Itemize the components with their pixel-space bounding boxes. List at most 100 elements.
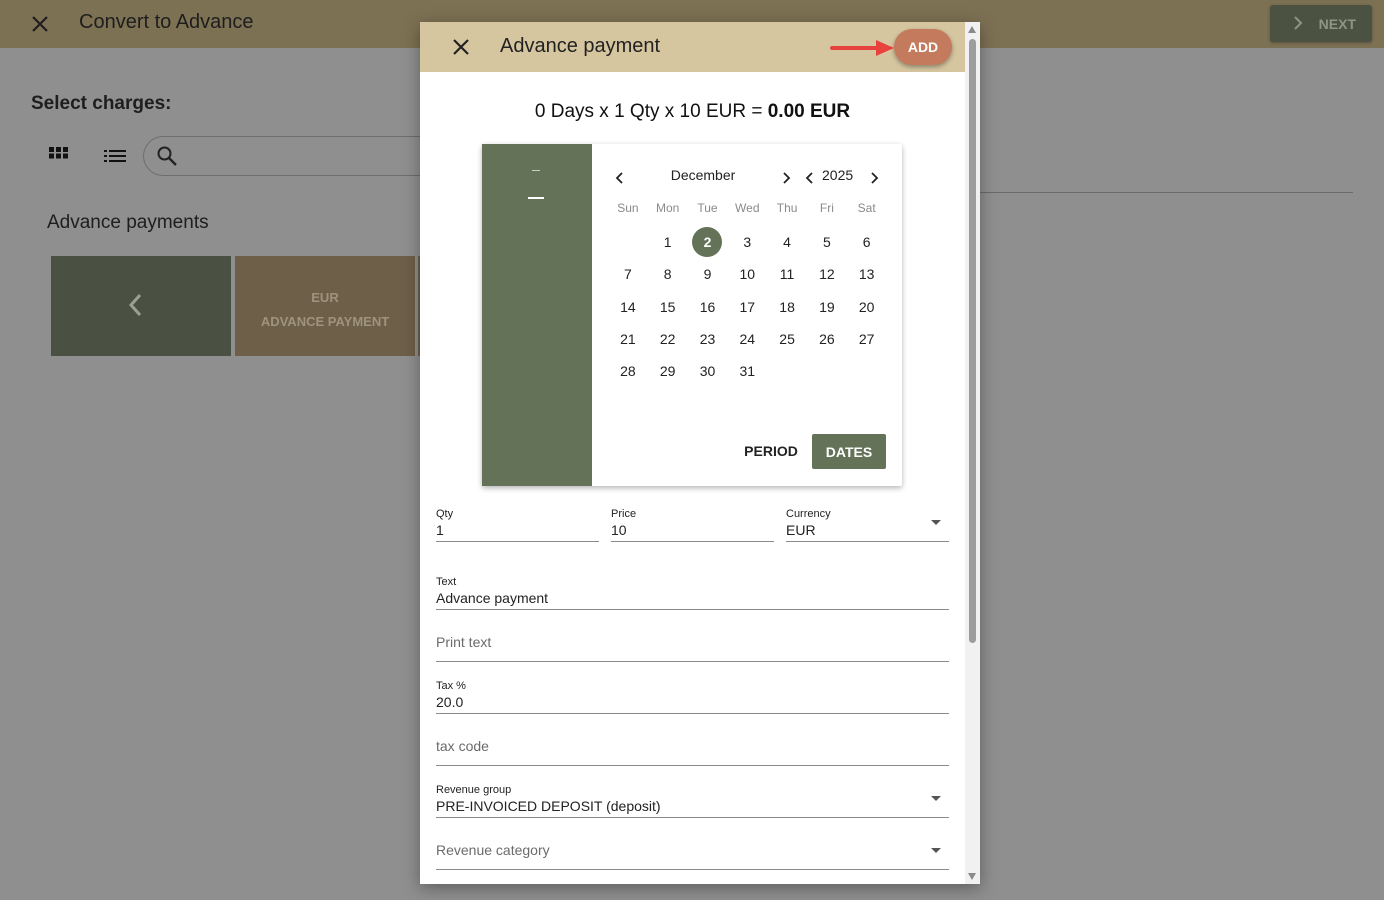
- day-cell[interactable]: 27: [847, 323, 887, 355]
- dropdown-caret-icon[interactable]: [931, 520, 941, 525]
- revenue-group-label: Revenue group: [436, 784, 512, 796]
- day-number: 27: [858, 331, 875, 348]
- dropdown-caret-icon[interactable]: [931, 796, 941, 801]
- day-number: 19: [819, 298, 835, 315]
- day-cell[interactable]: 3: [727, 226, 767, 258]
- day-cell[interactable]: 28: [608, 355, 648, 387]
- formula-text: 0 Days x 1 Qty x 10 EUR =: [534, 101, 768, 122]
- scrollbar[interactable]: [965, 22, 980, 884]
- list-view-icon[interactable]: [104, 147, 126, 165]
- tax-value[interactable]: 20.0: [436, 694, 463, 710]
- day-number: 8: [663, 266, 672, 283]
- formula-total: 0.00 EUR: [767, 101, 851, 122]
- dropdown-caret-icon[interactable]: [931, 848, 941, 853]
- day-number: 20: [858, 298, 875, 315]
- close-icon[interactable]: [450, 36, 472, 58]
- text-label: Text: [436, 576, 457, 588]
- text-field[interactable]: Text Advance payment: [436, 576, 949, 610]
- day-cell[interactable]: 6: [847, 226, 887, 258]
- day-number: 26: [819, 331, 835, 348]
- prev-month-icon[interactable]: [612, 170, 628, 186]
- day-cell[interactable]: 11: [767, 258, 807, 290]
- day-number: 11: [779, 266, 795, 283]
- day-cell[interactable]: 12: [807, 258, 847, 290]
- print-text-field[interactable]: Print text: [436, 628, 949, 662]
- day-cell[interactable]: 4: [767, 226, 807, 258]
- advance-payment-tile[interactable]: EUR ADVANCE PAYMENT: [235, 256, 415, 356]
- day-cell[interactable]: 7: [608, 258, 648, 290]
- day-cell[interactable]: 30: [688, 355, 728, 387]
- range-end-placeholder: [528, 197, 544, 199]
- currency-select[interactable]: Currency EUR: [786, 508, 949, 542]
- weekday-label: Fri: [819, 201, 834, 215]
- day-number: 9: [703, 266, 712, 283]
- search-icon: [157, 146, 177, 166]
- advance-payments-heading: Advance payments: [47, 212, 209, 233]
- day-cell[interactable]: 2: [688, 226, 728, 258]
- day-cell[interactable]: 14: [608, 291, 648, 323]
- revenue-category-placeholder: Revenue category: [436, 842, 550, 858]
- period-button[interactable]: PERIOD: [736, 434, 806, 468]
- day-cell[interactable]: 15: [648, 291, 688, 323]
- day-cell[interactable]: 10: [727, 258, 767, 290]
- tax-code-field[interactable]: tax code: [436, 732, 949, 766]
- next-button[interactable]: NEXT: [1270, 5, 1372, 42]
- add-button[interactable]: ADD: [894, 29, 952, 65]
- search-input[interactable]: [143, 136, 443, 176]
- text-value[interactable]: Advance payment: [436, 590, 548, 606]
- day-number: 12: [819, 266, 835, 283]
- day-cell[interactable]: 26: [807, 323, 847, 355]
- tax-field[interactable]: Tax % 20.0: [436, 680, 949, 714]
- day-cell[interactable]: 25: [767, 323, 807, 355]
- date-picker-side-panel: [482, 144, 592, 486]
- day-cell[interactable]: 16: [688, 291, 728, 323]
- day-cell[interactable]: 1: [648, 226, 688, 258]
- day-cell[interactable]: 20: [847, 291, 887, 323]
- currency-label: Currency: [786, 508, 831, 520]
- scroll-down-icon[interactable]: [968, 873, 976, 880]
- day-cell[interactable]: 24: [727, 323, 767, 355]
- day-number: 22: [659, 331, 676, 348]
- day-cell[interactable]: 8: [648, 258, 688, 290]
- qty-value[interactable]: 1: [436, 522, 444, 538]
- next-month-icon[interactable]: [778, 170, 794, 186]
- tax-label: Tax %: [436, 680, 466, 692]
- grid-view-icon[interactable]: [49, 147, 69, 165]
- day-cell[interactable]: 19: [807, 291, 847, 323]
- calendar-days: 1 2 3 4 5 6 7 8 9 10 11 12 13 14 15 16 17 18 19 20 21 22 23 24 2…: [608, 226, 888, 387]
- revenue-category-select[interactable]: Revenue category: [436, 836, 949, 870]
- date-picker: December 2025 Sun Mon Tue Wed Thu Fri Sat 1234…: [482, 144, 902, 486]
- scroll-up-icon[interactable]: [968, 26, 976, 33]
- day-number: 5: [822, 234, 831, 251]
- day-number: 14: [620, 298, 636, 315]
- day-cell[interactable]: 29: [648, 355, 688, 387]
- day-cell[interactable]: 21: [608, 323, 648, 355]
- price-value[interactable]: 10: [611, 522, 627, 538]
- day-number: 1: [663, 234, 672, 251]
- price-field[interactable]: Price 10: [611, 508, 774, 542]
- day-number: 13: [858, 266, 875, 283]
- day-cell[interactable]: 9: [688, 258, 728, 290]
- day-number: 21: [620, 331, 636, 348]
- revenue-group-select[interactable]: Revenue group PRE-INVOICED DEPOSIT (depo…: [436, 784, 949, 818]
- weekday-label: Tue: [697, 201, 718, 215]
- day-cell[interactable]: 5: [807, 226, 847, 258]
- day-cell[interactable]: 23: [688, 323, 728, 355]
- back-tile[interactable]: [51, 256, 231, 356]
- day-cell[interactable]: 18: [767, 291, 807, 323]
- price-formula: 0 Days x 1 Qty x 10 EUR = 0.00 EUR: [420, 101, 965, 123]
- dates-button[interactable]: DATES: [812, 434, 886, 469]
- chevron-right-icon: [1294, 16, 1303, 30]
- close-icon[interactable]: [28, 12, 52, 36]
- day-number: 15: [659, 298, 676, 315]
- day-cell[interactable]: 31: [727, 355, 767, 387]
- next-year-icon[interactable]: [866, 170, 882, 186]
- qty-field[interactable]: Qty 1: [436, 508, 599, 542]
- day-cell[interactable]: 22: [648, 323, 688, 355]
- scroll-thumb[interactable]: [969, 39, 976, 643]
- day-cell[interactable]: 13: [847, 258, 887, 290]
- day-cell[interactable]: 17: [727, 291, 767, 323]
- section-label: Select charges:: [31, 93, 172, 114]
- prev-year-icon[interactable]: [802, 170, 818, 186]
- day-number: 16: [699, 298, 716, 315]
